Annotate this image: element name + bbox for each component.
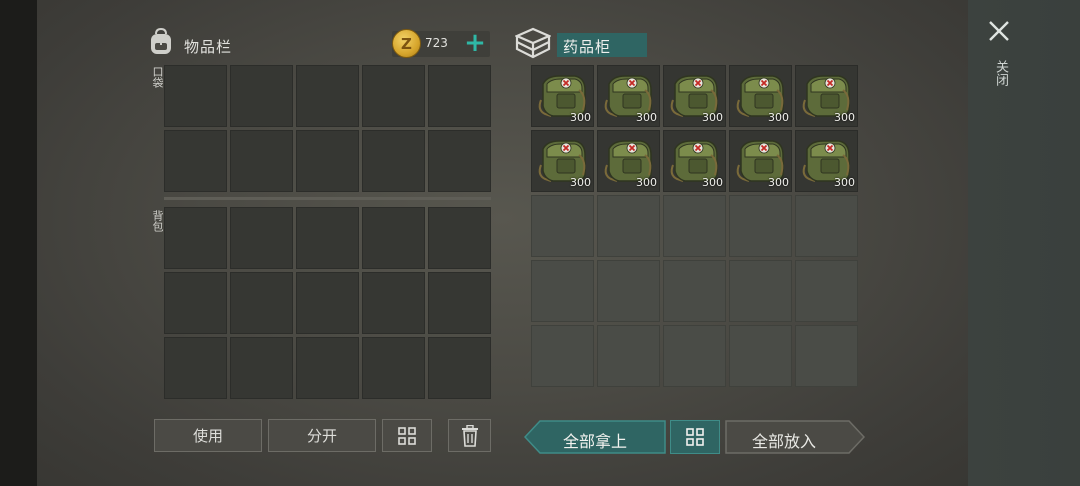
backpack-slot[interactable] (428, 272, 491, 334)
grid-icon (686, 428, 704, 446)
item-quantity: 300 (834, 176, 855, 189)
put-all-label: 全部放入 (752, 432, 817, 451)
inventory-title: 物品栏 (184, 38, 233, 56)
cabinet-slot[interactable] (531, 325, 594, 387)
cabinet-slot[interactable] (795, 260, 858, 322)
cabinet-slot[interactable] (531, 260, 594, 322)
item-quantity: 300 (834, 111, 855, 124)
trash-icon (461, 424, 478, 447)
cabinet-slot[interactable] (597, 195, 660, 257)
sort-button[interactable] (382, 419, 432, 452)
backpack-slot[interactable] (296, 207, 359, 269)
pocket-slot[interactable] (428, 65, 491, 127)
cabinet-slot[interactable] (663, 325, 726, 387)
cabinet-slot[interactable] (795, 325, 858, 387)
pocket-label: 口袋 (151, 66, 164, 88)
backpack-label: 背包 (151, 210, 164, 232)
cabinet-slot[interactable]: 300 (531, 130, 594, 192)
backpack-slot[interactable] (428, 337, 491, 399)
item-quantity: 300 (570, 176, 591, 189)
cabinet-slot[interactable]: 300 (795, 130, 858, 192)
cabinet-slot[interactable] (531, 195, 594, 257)
backpack-slot[interactable] (362, 337, 425, 399)
item-quantity: 300 (702, 176, 723, 189)
backpack-slot[interactable] (230, 207, 293, 269)
backpack-slot[interactable] (296, 337, 359, 399)
use-button[interactable]: 使用 (154, 419, 262, 452)
split-button[interactable]: 分开 (268, 419, 376, 452)
pocket-slot[interactable] (164, 65, 227, 127)
cabinet-icon (515, 27, 551, 59)
section-divider (164, 197, 491, 200)
cabinet-slot[interactable] (795, 195, 858, 257)
item-quantity: 300 (570, 111, 591, 124)
cabinet-slot[interactable]: 300 (597, 130, 660, 192)
backpack-slot[interactable] (230, 337, 293, 399)
backpack-grid (164, 207, 491, 399)
backpack-slot[interactable] (230, 272, 293, 334)
pocket-slot[interactable] (230, 65, 293, 127)
pocket-slot[interactable] (296, 65, 359, 127)
cabinet-sort-button[interactable] (670, 420, 720, 454)
left-edge-bar (0, 0, 37, 486)
coin-icon: Z (392, 29, 421, 58)
coin-count: 723 (425, 36, 448, 50)
cabinet-slot[interactable] (729, 325, 792, 387)
backpack-slot[interactable] (164, 272, 227, 334)
cabinet-slot[interactable] (663, 260, 726, 322)
pocket-slot[interactable] (362, 130, 425, 192)
cabinet-slot[interactable]: 300 (531, 65, 594, 127)
item-quantity: 300 (768, 111, 789, 124)
cabinet-slot[interactable] (729, 195, 792, 257)
backpack-slot[interactable] (296, 272, 359, 334)
cabinet-slot[interactable] (597, 260, 660, 322)
backpack-slot[interactable] (362, 272, 425, 334)
cabinet-slot[interactable]: 300 (663, 130, 726, 192)
backpack-slot[interactable] (428, 207, 491, 269)
item-quantity: 300 (768, 176, 789, 189)
cabinet-slot[interactable]: 300 (729, 65, 792, 127)
close-icon[interactable] (988, 20, 1010, 42)
cabinet-slot[interactable] (663, 195, 726, 257)
discard-button[interactable] (448, 419, 491, 452)
pocket-slot[interactable] (164, 130, 227, 192)
cabinet-slot[interactable] (597, 325, 660, 387)
grid-icon (398, 426, 416, 445)
close-pane (968, 0, 1080, 486)
cabinet-title: 药品柜 (563, 38, 612, 56)
backpack-icon (151, 28, 171, 54)
backpack-slot[interactable] (164, 337, 227, 399)
item-quantity: 300 (636, 176, 657, 189)
cabinet-slot[interactable]: 300 (729, 130, 792, 192)
backpack-slot[interactable] (362, 207, 425, 269)
item-quantity: 300 (636, 111, 657, 124)
close-label[interactable]: 关闭 (991, 60, 1010, 86)
cabinet-slot[interactable]: 300 (663, 65, 726, 127)
add-coins-button[interactable]: + (464, 30, 486, 56)
cabinet-slot[interactable]: 300 (795, 65, 858, 127)
cabinet-slot[interactable] (729, 260, 792, 322)
pocket-slot[interactable] (296, 130, 359, 192)
cabinet-slot[interactable]: 300 (597, 65, 660, 127)
pocket-slot[interactable] (230, 130, 293, 192)
pocket-slot[interactable] (428, 130, 491, 192)
cabinet-grid: 300 300 300 300 300 300 300 300 300 300 (531, 65, 858, 402)
item-quantity: 300 (702, 111, 723, 124)
pocket-grid (164, 65, 491, 192)
take-all-label: 全部拿上 (563, 432, 628, 451)
pocket-slot[interactable] (362, 65, 425, 127)
backpack-slot[interactable] (164, 207, 227, 269)
